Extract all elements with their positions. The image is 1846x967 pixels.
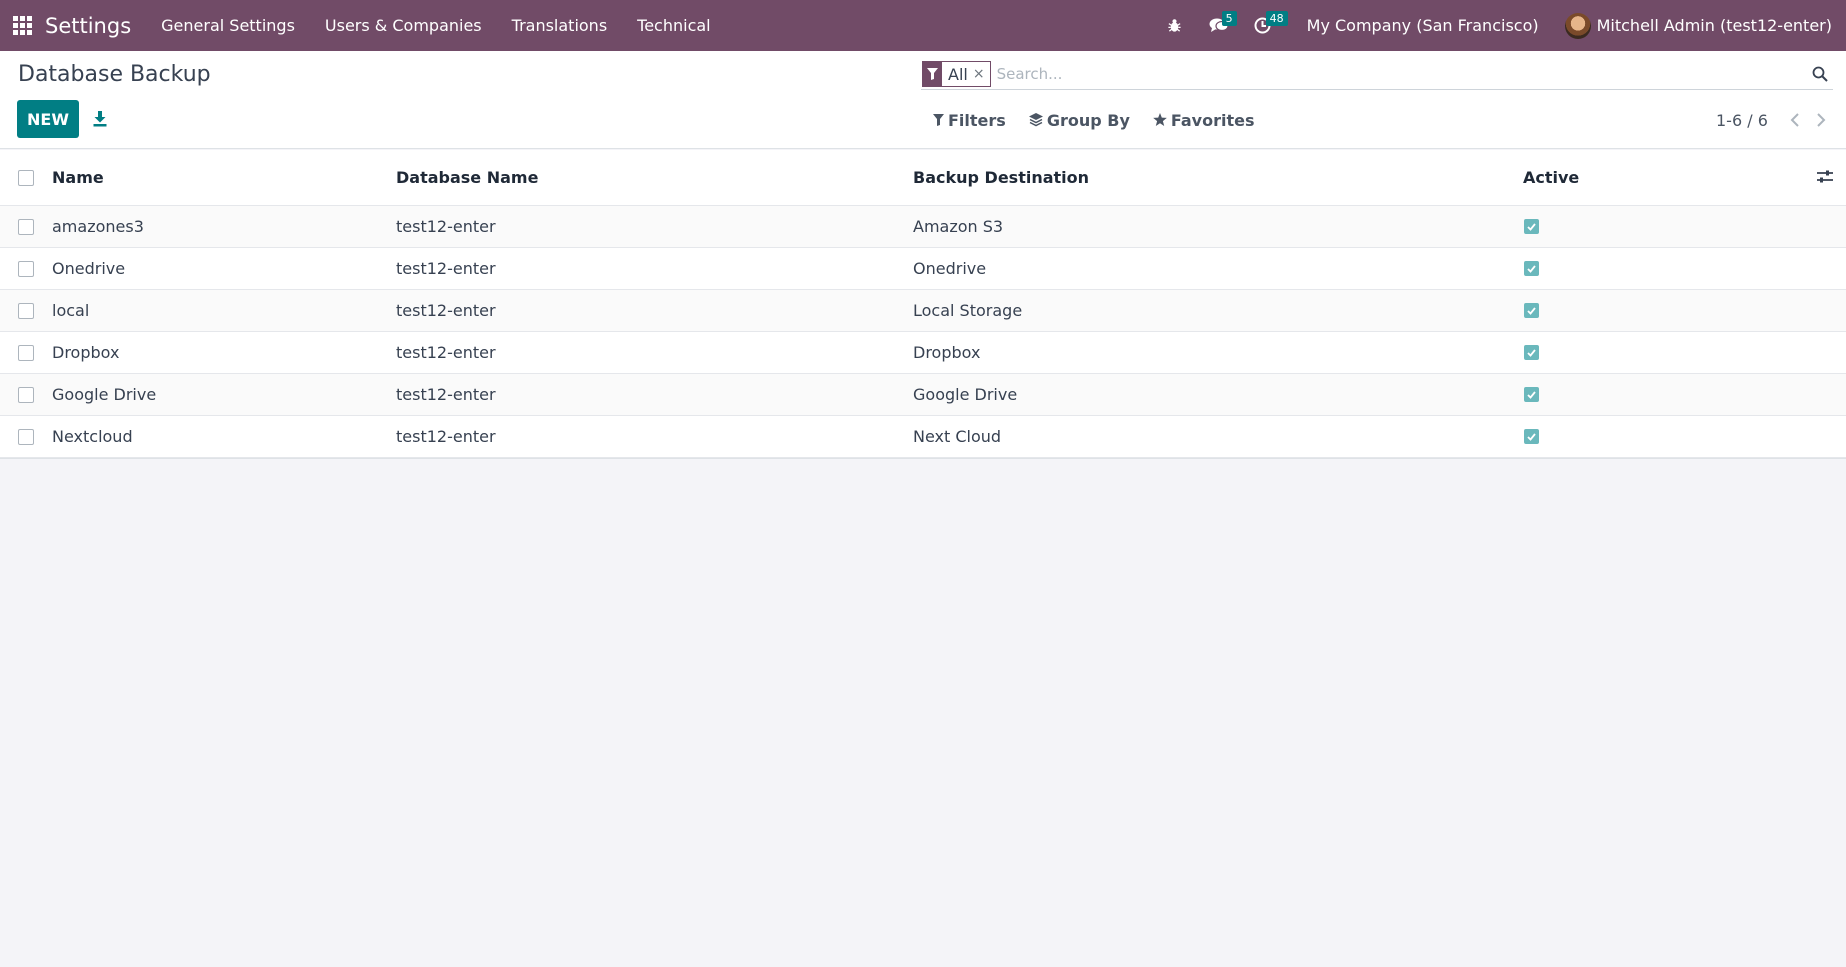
cell-database-name: test12-enter (396, 385, 496, 404)
table-row[interactable]: amazones3 test12-enter Amazon S3 (0, 206, 1846, 248)
select-all-checkbox[interactable] (18, 169, 34, 186)
cell-name: amazones3 (52, 217, 144, 236)
apps-menu-icon[interactable] (0, 0, 44, 51)
cell-name: Dropbox (52, 343, 120, 362)
favorites-dropdown[interactable]: Favorites (1153, 110, 1255, 130)
row-checkbox[interactable] (18, 386, 34, 403)
column-header-name[interactable]: Name (52, 168, 396, 187)
cell-backup-destination: Amazon S3 (913, 217, 1004, 236)
debug-bug-icon[interactable] (1161, 0, 1189, 51)
favorites-label: Favorites (1170, 110, 1255, 130)
cell-database-name: test12-enter (396, 301, 496, 320)
avatar (1564, 12, 1591, 39)
user-menu[interactable]: Mitchell Admin (test12-enter) (1564, 12, 1832, 39)
cell-name: Google Drive (52, 385, 157, 404)
control-panel: Database Backup NEW All × Filters Group … (0, 51, 1846, 149)
facet-remove-icon[interactable]: × (973, 66, 990, 82)
search-bar: All × (921, 59, 1833, 90)
pager: 1-6 / 6 (1716, 108, 1834, 132)
cell-name: Onedrive (52, 259, 126, 278)
table-header: Name Database Name Backup Destination Ac… (0, 150, 1846, 206)
messages-badge: 5 (1221, 11, 1237, 26)
search-facet: All × (922, 61, 991, 87)
page-title: Database Backup (18, 62, 211, 87)
pager-previous-icon[interactable] (1782, 108, 1808, 132)
table-row[interactable]: Google Drive test12-enter Google Drive (0, 374, 1846, 416)
table-row[interactable]: local test12-enter Local Storage (0, 290, 1846, 332)
column-header-database-name[interactable]: Database Name (396, 168, 913, 187)
pager-next-icon[interactable] (1808, 108, 1834, 132)
user-name: Mitchell Admin (test12-enter) (1596, 16, 1832, 35)
cell-backup-destination: Local Storage (913, 301, 1023, 320)
table-row[interactable]: Nextcloud test12-enter Next Cloud (0, 416, 1846, 458)
company-switcher[interactable]: My Company (San Francisco) (1307, 16, 1539, 35)
cell-backup-destination: Onedrive (913, 259, 987, 278)
cell-database-name: test12-enter (396, 217, 496, 236)
filters-label: Filters (948, 110, 1006, 130)
pager-value[interactable]: 1-6 / 6 (1716, 111, 1768, 130)
menu-translations[interactable]: Translations (512, 16, 608, 35)
filter-icon (933, 114, 944, 126)
cell-name: Nextcloud (52, 427, 133, 446)
active-checkbox-checked (1524, 345, 1539, 360)
menu-general-settings[interactable]: General Settings (161, 16, 295, 35)
active-checkbox-checked (1524, 219, 1539, 234)
cell-database-name: test12-enter (396, 259, 496, 278)
menu-technical[interactable]: Technical (637, 16, 710, 35)
active-checkbox-checked (1524, 387, 1539, 402)
active-checkbox-checked (1524, 303, 1539, 318)
row-checkbox[interactable] (18, 218, 34, 235)
search-options: Filters Group By Favorites (933, 108, 1277, 132)
group-by-dropdown[interactable]: Group By (1028, 110, 1130, 130)
top-navbar: Settings General Settings Users & Compan… (0, 0, 1846, 51)
column-header-active[interactable]: Active (1523, 168, 1783, 187)
messages-chat-icon[interactable]: 5 (1205, 0, 1237, 51)
star-icon (1153, 113, 1167, 126)
group-by-label: Group By (1046, 110, 1130, 130)
search-icon[interactable] (1809, 63, 1831, 85)
search-input[interactable] (996, 65, 1809, 83)
menu-users-companies[interactable]: Users & Companies (325, 16, 482, 35)
download-icon[interactable] (90, 108, 110, 130)
new-button[interactable]: NEW (17, 100, 79, 138)
row-checkbox[interactable] (18, 428, 34, 445)
row-checkbox[interactable] (18, 302, 34, 319)
facet-value: All (948, 64, 968, 84)
cell-backup-destination: Next Cloud (913, 427, 1002, 446)
row-checkbox[interactable] (18, 260, 34, 277)
active-checkbox-checked (1524, 261, 1539, 276)
cell-database-name: test12-enter (396, 427, 496, 446)
column-header-backup-destination[interactable]: Backup Destination (913, 168, 1523, 187)
cell-backup-destination: Google Drive (913, 385, 1018, 404)
optional-columns-sliders-icon[interactable] (1816, 169, 1836, 187)
filter-facet-icon (923, 62, 942, 86)
activities-clock-icon[interactable]: 48 (1249, 0, 1288, 51)
activities-badge: 48 (1265, 11, 1288, 26)
backup-list: Name Database Name Backup Destination Ac… (0, 150, 1846, 459)
row-checkbox[interactable] (18, 344, 34, 361)
cell-backup-destination: Dropbox (913, 343, 981, 362)
cell-database-name: test12-enter (396, 343, 496, 362)
table-row[interactable]: Dropbox test12-enter Dropbox (0, 332, 1846, 374)
table-row[interactable]: Onedrive test12-enter Onedrive (0, 248, 1846, 290)
app-name[interactable]: Settings (45, 14, 131, 38)
filters-dropdown[interactable]: Filters (933, 111, 1006, 130)
active-checkbox-checked (1524, 429, 1539, 444)
cell-name: local (52, 301, 90, 320)
layers-icon (1028, 113, 1043, 127)
